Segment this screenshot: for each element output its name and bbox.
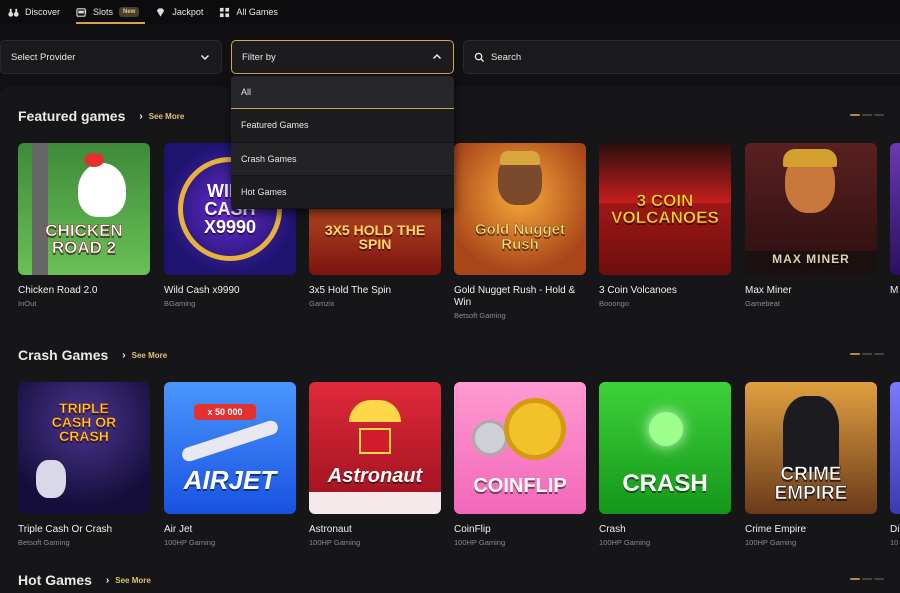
filter-option-all[interactable]: All (231, 76, 454, 110)
game-thumbnail: COINFLIP (454, 382, 586, 514)
carousel-indicator (850, 114, 884, 116)
game-thumbnail: x 50 000 AIRJET (164, 382, 296, 514)
game-provider: Gamzix (309, 299, 335, 308)
nav-jackpot-label: Jackpot (172, 7, 204, 17)
game-name: Astronaut (309, 524, 352, 535)
chevron-up-icon (432, 53, 442, 60)
crash-section-header: Crash Games › See More (18, 347, 167, 363)
game-provider: InOut (18, 299, 37, 308)
game-provider: Gamebeat (745, 299, 781, 308)
game-thumbnail: CRASH (599, 382, 731, 514)
game-card[interactable]: CRIME EMPIRE Crime Empire 100HP Gaming (745, 382, 877, 547)
game-name: Triple Cash Or Crash (18, 524, 113, 535)
carousel-indicator (850, 578, 884, 580)
chevron-right-icon: › (122, 349, 126, 361)
game-thumbnail: Astronaut (309, 382, 441, 514)
game-name: Crime Empire (745, 524, 807, 535)
game-name: 3x5 Hold The Spin (309, 285, 392, 296)
carousel-indicator (850, 353, 884, 355)
filter-by-label: Filter by (242, 51, 276, 63)
game-provider: Betsoft Gaming (18, 538, 70, 547)
game-card[interactable]: TRIPLE CASH OR CRASH Triple Cash Or Cras… (18, 382, 150, 547)
section-title: Crash Games (18, 347, 109, 363)
game-thumbnail: 3 COIN VOLCANOES (599, 143, 731, 275)
filter-option-featured[interactable]: Featured Games (231, 109, 454, 143)
select-provider-dropdown[interactable]: Select Provider (0, 40, 222, 74)
game-name: Di (890, 524, 900, 535)
game-name: M (890, 285, 899, 296)
grid-icon (220, 7, 230, 17)
nav-all-games-label: All Games (236, 7, 278, 17)
game-thumbnail: CRIME EMPIRE (745, 382, 877, 514)
game-card[interactable]: CRASH Crash 100HP Gaming (599, 382, 731, 547)
game-card[interactable]: Gold Nugget Rush Gold Nugget Rush - Hold… (454, 143, 586, 320)
game-card[interactable]: x 50 000 AIRJET Air Jet 100HP Gaming (164, 382, 296, 547)
section-title: Hot Games (18, 572, 92, 588)
game-thumbnail (890, 382, 900, 514)
game-card[interactable]: 3 COIN VOLCANOES 3 Coin Volcanoes Booong… (599, 143, 731, 308)
game-provider: 100HP Gaming (164, 538, 216, 547)
featured-section-header: Featured games › See More (18, 108, 184, 124)
see-more-link[interactable]: › See More (106, 575, 151, 586)
game-provider: 100HP Gaming (454, 538, 506, 547)
chevron-right-icon: › (105, 574, 110, 586)
nav-slots[interactable]: Slots New (76, 0, 149, 24)
game-provider: Booongo (599, 299, 630, 308)
game-thumbnail: MAX MINER (745, 143, 877, 275)
game-name: Crash (599, 524, 626, 535)
binoculars-icon (8, 8, 19, 17)
game-thumbnail: TRIPLE CASH OR CRASH (18, 382, 150, 514)
filter-option-hot[interactable]: Hot Games (231, 176, 454, 209)
game-thumbnail (890, 143, 900, 275)
game-provider: BGaming (164, 299, 196, 308)
game-name: Chicken Road 2.0 (18, 285, 98, 296)
nav-discover-label: Discover (25, 7, 61, 17)
section-title: Featured games (18, 108, 126, 124)
game-card[interactable]: MAX MINER Max Miner Gamebeat (745, 143, 877, 308)
filter-dropdown-menu: All Featured Games Crash Games Hot Games (231, 76, 454, 209)
game-card[interactable]: CHICKEN ROAD 2 Chicken Road 2.0 InOut (18, 143, 150, 308)
game-provider: 100HP Gaming (309, 538, 361, 547)
game-name: Wild Cash x9990 (164, 285, 240, 296)
game-provider: Betsoft Gaming (454, 311, 506, 320)
game-provider: 100HP Gaming (599, 538, 651, 547)
game-name: Gold Nugget Rush - Hold & Win (454, 285, 576, 308)
game-card-partial[interactable]: Di 10 (890, 382, 900, 547)
filter-option-crash[interactable]: Crash Games (231, 142, 454, 176)
search-placeholder: Search (491, 51, 522, 63)
top-nav: Discover Slots New Jackpot All Games (0, 0, 900, 24)
game-name: 3 Coin Volcanoes (599, 285, 677, 296)
game-name: Max Miner (745, 285, 792, 296)
filter-by-dropdown[interactable]: Filter by (231, 40, 454, 74)
select-provider-label: Select Provider (11, 51, 76, 63)
game-card[interactable]: COINFLIP CoinFlip 100HP Gaming (454, 382, 586, 547)
game-card[interactable]: Astronaut Astronaut 100HP Gaming (309, 382, 441, 547)
search-input[interactable]: Search (463, 40, 900, 74)
nav-jackpot[interactable]: Jackpot (155, 0, 213, 24)
nav-discover[interactable]: Discover (8, 0, 70, 24)
game-provider: 10 (890, 538, 899, 547)
search-icon (474, 52, 485, 62)
game-name: CoinFlip (454, 524, 491, 535)
game-thumbnail: Gold Nugget Rush (454, 143, 586, 275)
new-badge: New (119, 7, 140, 17)
game-name: Air Jet (164, 524, 193, 535)
game-provider: 100HP Gaming (745, 538, 797, 547)
game-thumbnail: CHICKEN ROAD 2 (18, 143, 150, 275)
chevron-down-icon (200, 54, 210, 61)
diamond-icon (157, 7, 165, 17)
see-more-link[interactable]: › See More (122, 350, 167, 361)
game-card-partial[interactable]: M (890, 143, 900, 297)
see-more-link[interactable]: › See More (139, 111, 184, 122)
chevron-right-icon: › (139, 110, 143, 122)
hot-section-header: Hot Games › See More (18, 572, 151, 588)
nav-all-games[interactable]: All Games (219, 0, 288, 24)
nav-slots-label: Slots (93, 7, 114, 17)
slot-machine-icon (76, 7, 87, 17)
